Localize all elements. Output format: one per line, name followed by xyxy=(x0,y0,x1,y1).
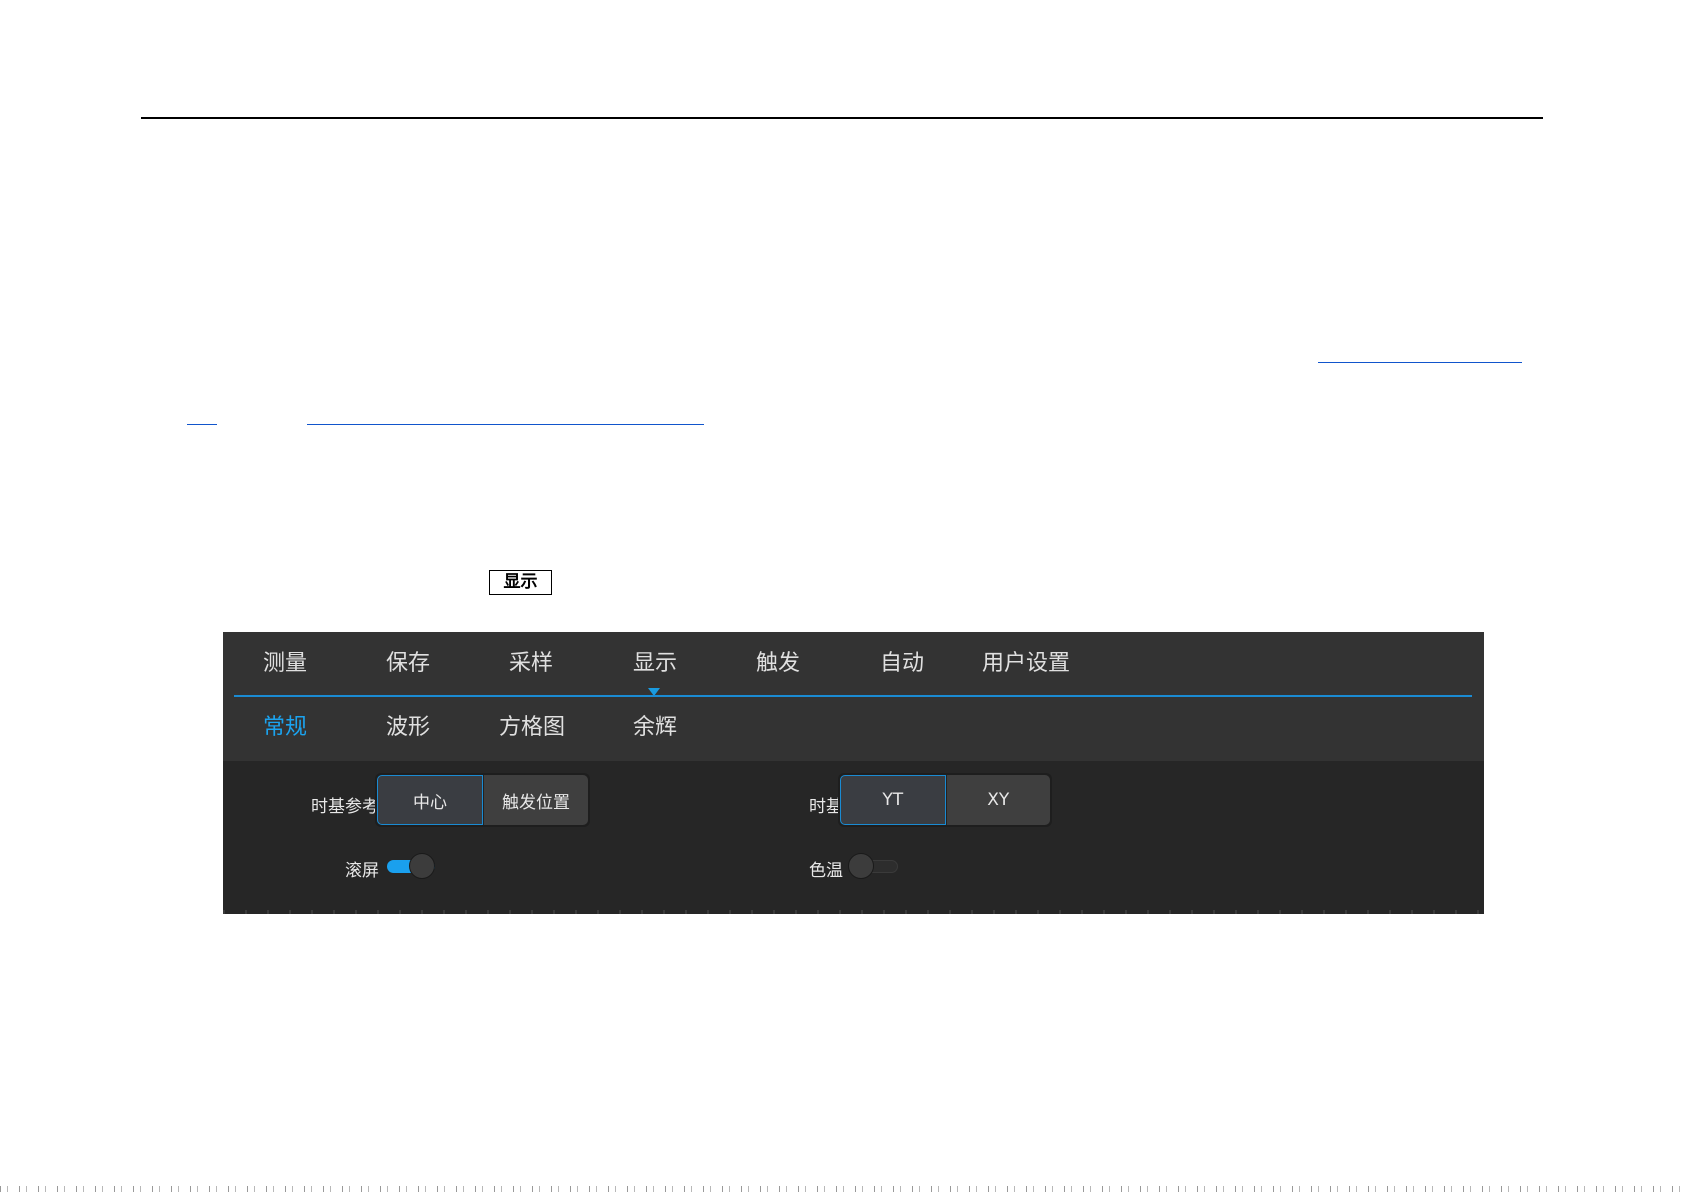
hyperlink-underline[interactable] xyxy=(307,424,704,425)
menu-item-trigger[interactable]: 触发 xyxy=(756,649,800,679)
display-settings-panel: 测量 保存 采样 显示 触发 自动 用户设置 常规 波形 方格图 余辉 时基参考… xyxy=(223,632,1484,914)
timebase-label: 时基 xyxy=(809,797,843,817)
panel-bottom-edge xyxy=(223,910,1484,914)
menu-item-display[interactable]: 显示 xyxy=(633,649,677,679)
scroll-toggle-knob xyxy=(409,853,435,879)
menu-item-acquire[interactable]: 采样 xyxy=(509,649,553,679)
page-header-rule xyxy=(141,117,1543,119)
menu-divider xyxy=(234,695,1472,697)
menu-area: 测量 保存 采样 显示 触发 自动 用户设置 常规 波形 方格图 余辉 xyxy=(223,632,1484,761)
hyperlink-underline[interactable] xyxy=(187,424,217,425)
tab-grid[interactable]: 方格图 xyxy=(499,713,565,743)
scroll-label: 滚屏 xyxy=(345,861,379,881)
timebase-mode-selector: YT XY xyxy=(838,773,1052,827)
scroll-toggle[interactable] xyxy=(385,852,437,880)
tab-waveform[interactable]: 波形 xyxy=(386,713,430,743)
menu-item-auto[interactable]: 自动 xyxy=(880,649,924,679)
timebase-xy-button[interactable]: XY xyxy=(945,775,1050,825)
timebase-reference-trigger-button[interactable]: 触发位置 xyxy=(483,775,588,825)
timebase-reference-label: 时基参考 xyxy=(311,797,379,817)
hyperlink-underline[interactable] xyxy=(1318,362,1522,363)
timebase-reference-selector: 中心 触发位置 xyxy=(375,773,590,827)
menu-item-save[interactable]: 保存 xyxy=(386,649,430,679)
page-footer-artifact xyxy=(0,1186,1685,1192)
color-temperature-label: 色温 xyxy=(809,861,843,881)
timebase-yt-button[interactable]: YT xyxy=(840,775,946,825)
display-key-reference: 显示 xyxy=(489,570,552,595)
tab-persistence[interactable]: 余辉 xyxy=(633,713,677,743)
color-temperature-toggle[interactable] xyxy=(848,852,900,880)
timebase-reference-center-button[interactable]: 中心 xyxy=(377,775,483,825)
menu-item-measure[interactable]: 测量 xyxy=(263,649,307,679)
main-menu: 测量 保存 采样 显示 触发 自动 用户设置 xyxy=(223,632,1484,696)
menu-item-user-settings[interactable]: 用户设置 xyxy=(982,649,1070,679)
tab-general[interactable]: 常规 xyxy=(263,713,307,743)
color-temperature-toggle-knob xyxy=(848,853,874,879)
